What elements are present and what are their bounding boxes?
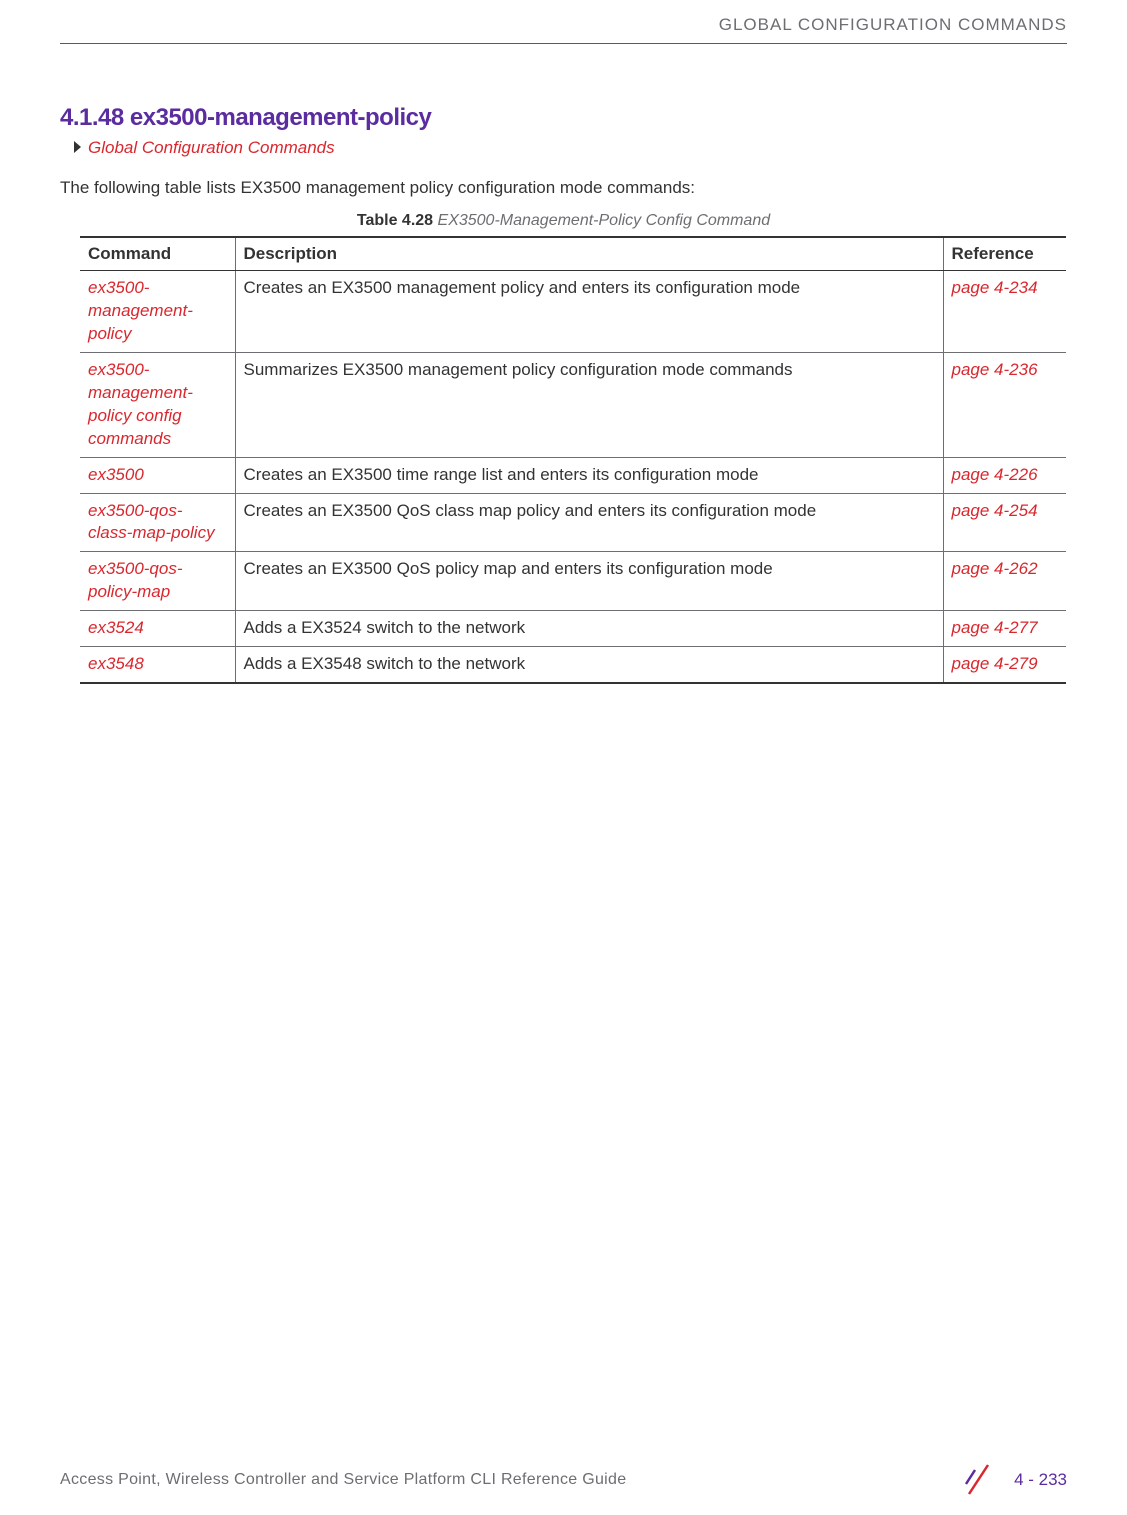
table-row: ex3500-management-policy config commands… [80,352,1066,457]
table-row: ex3500-management-policy Creates an EX35… [80,271,1066,353]
table-row: ex3500-qos-class-map-policy Creates an E… [80,493,1066,552]
page-header: GLOBAL CONFIGURATION COMMANDS [60,0,1067,44]
slash-icon [961,1462,996,1497]
description-cell: Creates an EX3500 QoS class map policy a… [235,493,943,552]
command-link[interactable]: ex3500-management-policy [88,278,193,343]
header-category: GLOBAL CONFIGURATION COMMANDS [60,15,1067,35]
table-row: ex3500 Creates an EX3500 time range list… [80,457,1066,493]
table-row: ex3500-qos-policy-map Creates an EX3500 … [80,552,1066,611]
breadcrumb-link[interactable]: Global Configuration Commands [88,138,335,158]
page-footer: Access Point, Wireless Controller and Se… [0,1462,1127,1497]
table-header-command: Command [80,237,235,271]
command-link[interactable]: ex3500 [88,465,144,484]
description-cell: Adds a EX3524 switch to the network [235,611,943,647]
reference-link[interactable]: page 4-236 [952,360,1038,379]
section-title: 4.1.48 ex3500-management-policy [60,104,1067,132]
description-cell: Adds a EX3548 switch to the network [235,647,943,683]
page-number: 4 - 233 [1014,1470,1067,1490]
intro-paragraph: The following table lists EX3500 managem… [60,178,1067,198]
description-cell: Summarizes EX3500 management policy conf… [235,352,943,457]
command-link[interactable]: ex3548 [88,654,144,673]
table-caption: Table 4.28 EX3500-Management-Policy Conf… [60,212,1067,230]
reference-link[interactable]: page 4-277 [952,618,1038,637]
reference-link[interactable]: page 4-254 [952,501,1038,520]
description-cell: Creates an EX3500 QoS policy map and ent… [235,552,943,611]
command-link[interactable]: ex3500-qos-policy-map [88,559,183,601]
reference-link[interactable]: page 4-279 [952,654,1038,673]
table-row: ex3548 Adds a EX3548 switch to the netwo… [80,647,1066,683]
footer-guide-name: Access Point, Wireless Controller and Se… [60,1471,626,1489]
table-header-description: Description [235,237,943,271]
command-table: Command Description Reference ex3500-man… [80,236,1066,684]
arrow-right-icon [74,141,83,156]
table-caption-number: Table 4.28 [357,212,433,229]
command-link[interactable]: ex3500-qos-class-map-policy [88,501,215,543]
description-cell: Creates an EX3500 time range list and en… [235,457,943,493]
table-caption-title: EX3500-Management-Policy Config Command [438,212,771,229]
breadcrumb: Global Configuration Commands [74,138,1067,158]
table-header-reference: Reference [943,237,1066,271]
reference-link[interactable]: page 4-262 [952,559,1038,578]
command-link[interactable]: ex3524 [88,618,144,637]
command-link[interactable]: ex3500-management-policy config commands [88,360,193,448]
description-cell: Creates an EX3500 management policy and … [235,271,943,353]
footer-mark: 4 - 233 [961,1462,1067,1497]
reference-link[interactable]: page 4-234 [952,278,1038,297]
reference-link[interactable]: page 4-226 [952,465,1038,484]
table-row: ex3524 Adds a EX3524 switch to the netwo… [80,611,1066,647]
